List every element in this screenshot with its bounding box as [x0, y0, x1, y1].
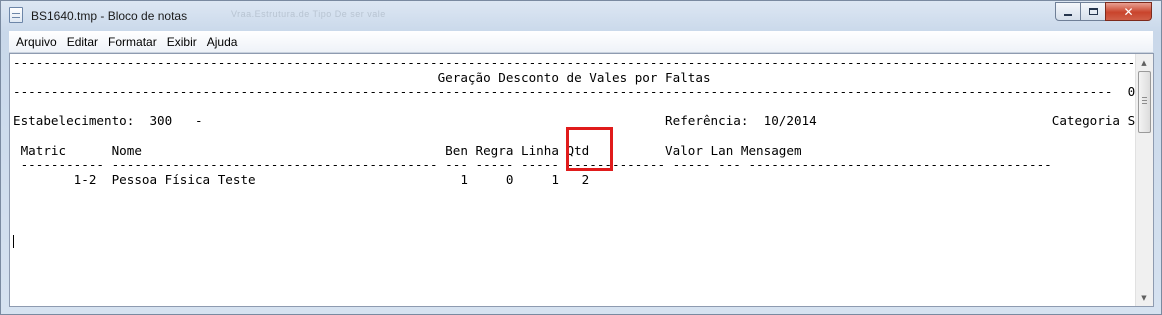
- background-window-title: Vraa.Estrutura.de Tipo De ser vale: [231, 9, 386, 19]
- window-title: BS1640.tmp - Bloco de notas: [31, 9, 188, 23]
- separator-date-line: ----------------------------------------…: [13, 84, 1137, 100]
- close-button[interactable]: ✕: [1105, 2, 1152, 21]
- scroll-up-arrow-icon[interactable]: ▲: [1136, 54, 1152, 71]
- report-title-line: Geração Desconto de Vales por Faltas Pág…: [13, 69, 1137, 85]
- title-bar[interactable]: BS1640.tmp - Bloco de notas Vraa.Estrutu…: [1, 1, 1161, 31]
- menu-arquivo[interactable]: Arquivo: [12, 35, 61, 49]
- menu-formatar[interactable]: Formatar: [104, 35, 161, 49]
- grip-line: [1142, 103, 1147, 104]
- grip-line: [1142, 97, 1147, 98]
- menu-bar: Arquivo Editar Formatar Exibir Ajuda: [9, 31, 1153, 53]
- document-text[interactable]: ----------------------------------------…: [10, 54, 1137, 306]
- minimize-button[interactable]: [1055, 2, 1081, 21]
- separator-line-top: ----------------------------------------…: [13, 55, 1137, 70]
- menu-exibir[interactable]: Exibir: [163, 35, 201, 49]
- vertical-scrollbar[interactable]: ▲ ▼: [1135, 54, 1153, 306]
- menu-ajuda[interactable]: Ajuda: [203, 35, 242, 49]
- text-editor[interactable]: ----------------------------------------…: [9, 53, 1154, 307]
- notepad-window: BS1640.tmp - Bloco de notas Vraa.Estrutu…: [0, 0, 1162, 315]
- menu-editar[interactable]: Editar: [63, 35, 102, 49]
- maximize-icon: [1088, 8, 1098, 15]
- scroll-down-arrow-icon[interactable]: ▼: [1136, 289, 1152, 306]
- scroll-thumb[interactable]: [1138, 71, 1151, 133]
- qtd-highlight-box: [566, 127, 613, 171]
- table-row: 1-2 Pessoa Física Teste 1 0 1 2: [13, 171, 590, 187]
- close-icon: ✕: [1123, 4, 1134, 19]
- minimize-icon: [1064, 13, 1072, 16]
- notepad-icon[interactable]: [9, 7, 23, 23]
- grip-line: [1142, 100, 1147, 101]
- text-caret: [13, 235, 14, 248]
- maximize-button[interactable]: [1080, 2, 1106, 21]
